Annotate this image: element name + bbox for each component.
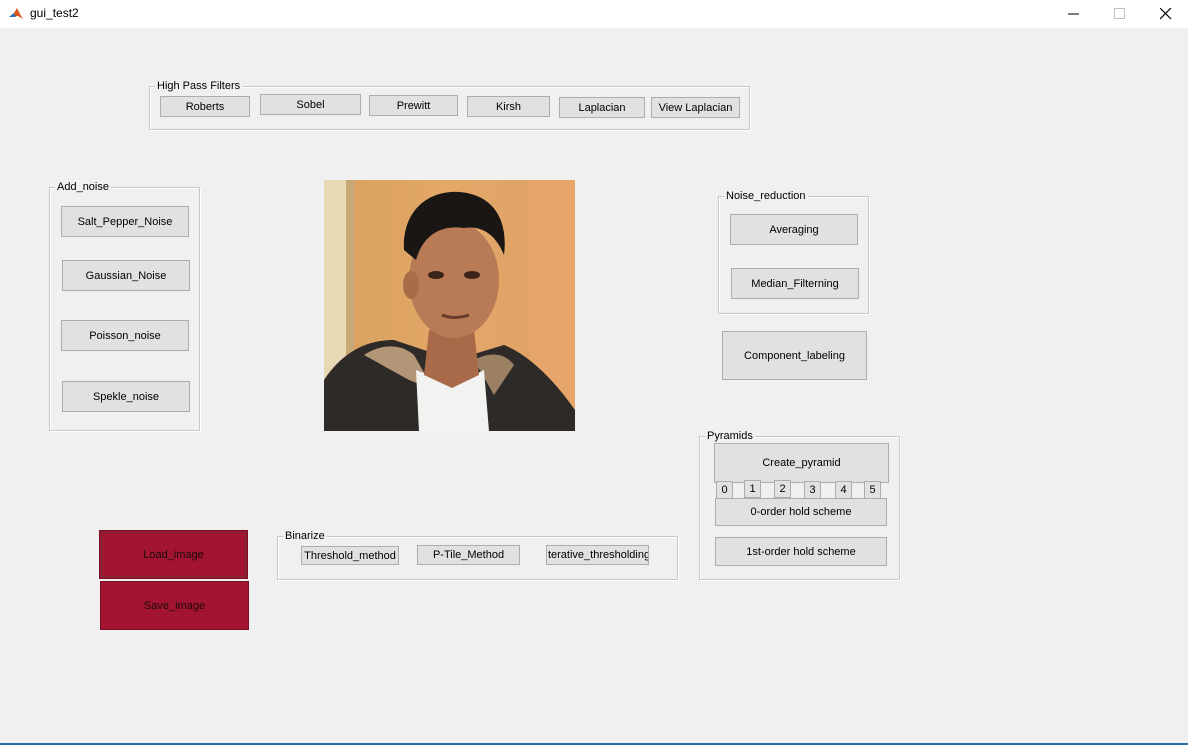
- first-order-hold-button[interactable]: 1st-order hold scheme: [715, 537, 887, 566]
- view-laplacian-button[interactable]: View Laplacian: [651, 97, 740, 118]
- pyramid-level-2-button[interactable]: 2: [774, 480, 791, 498]
- close-icon: [1160, 8, 1172, 20]
- noise-reduction-title: Noise_reduction: [724, 190, 808, 202]
- median-filtering-button[interactable]: Median_Filterning: [731, 268, 859, 299]
- close-button[interactable]: [1143, 0, 1188, 28]
- load-image-button[interactable]: Load_image: [99, 530, 248, 579]
- p-tile-method-button[interactable]: P-Tile_Method: [417, 545, 520, 565]
- maximize-icon: [1114, 8, 1125, 19]
- save-image-button[interactable]: Save_image: [100, 581, 249, 630]
- averaging-button[interactable]: Averaging: [730, 214, 858, 245]
- pyramid-level-0-button[interactable]: 0: [716, 481, 733, 499]
- salt-pepper-noise-button[interactable]: Salt_Pepper_Noise: [61, 206, 189, 237]
- pyramid-level-3-button[interactable]: 3: [804, 481, 821, 499]
- binarize-title: Binarize: [283, 530, 327, 542]
- poisson-noise-button[interactable]: Poisson_noise: [61, 320, 189, 351]
- pyramid-level-4-button[interactable]: 4: [835, 481, 852, 499]
- iterative-thresholding-button[interactable]: Iterative_thresholding: [546, 545, 649, 565]
- pyramid-level-1-button[interactable]: 1: [744, 480, 761, 498]
- minimize-icon: [1068, 13, 1079, 15]
- create-pyramid-button[interactable]: Create_pyramid: [714, 443, 889, 483]
- gaussian-noise-button[interactable]: Gaussian_Noise: [62, 260, 190, 291]
- window-title: gui_test2: [30, 6, 79, 20]
- pyramid-level-5-button[interactable]: 5: [864, 481, 881, 499]
- laplacian-button[interactable]: Laplacian: [559, 97, 645, 118]
- displayed-image: [324, 180, 575, 431]
- title-bar: gui_test2: [0, 0, 1188, 28]
- prewitt-button[interactable]: Prewitt: [369, 95, 458, 116]
- zero-order-hold-button[interactable]: 0-order hold scheme: [715, 498, 887, 526]
- high-pass-filters-title: High Pass Filters: [155, 80, 243, 92]
- threshold-method-button[interactable]: Threshold_method: [301, 546, 399, 565]
- maximize-button[interactable]: [1097, 0, 1143, 28]
- minimize-button[interactable]: [1051, 0, 1097, 28]
- spekle-noise-button[interactable]: Spekle_noise: [62, 381, 190, 412]
- add-noise-title: Add_noise: [55, 181, 111, 193]
- sobel-button[interactable]: Sobel: [260, 94, 361, 115]
- pyramids-title: Pyramids: [705, 430, 755, 442]
- matlab-icon: [8, 6, 24, 22]
- component-labeling-button[interactable]: Component_labeling: [722, 331, 867, 380]
- kirsh-button[interactable]: Kirsh: [467, 96, 550, 117]
- roberts-button[interactable]: Roberts: [160, 96, 250, 117]
